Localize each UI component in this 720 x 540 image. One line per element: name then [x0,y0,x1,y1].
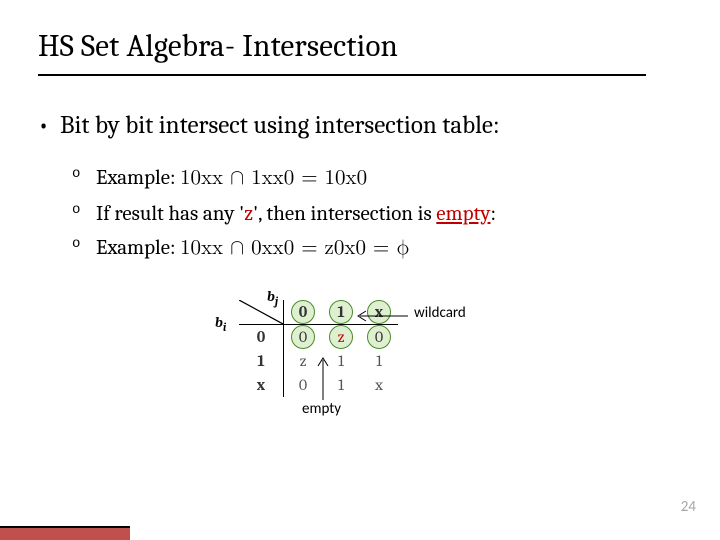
arrow-up-icon [308,352,338,404]
footer-accent-bar [0,526,130,540]
cell-0-0: 0 [284,325,323,350]
line2-c: : [491,202,497,226]
line2-z: z [244,202,253,226]
line2-empty: empty [436,202,490,226]
example2-formula: 10xx ∩ 0xx0 = z0x0 = ϕ [180,238,410,259]
example2-label: Example: [96,236,180,260]
callout-empty: empty [298,400,345,418]
bi-label: bi [215,314,226,334]
sub-item-3: Example: 10xx ∩ 0xx0 = z0x0 = ϕ [96,232,686,266]
example1-label: Example: [96,166,180,190]
bullet1-text: Bit by bit intersect using intersection … [60,111,500,140]
cell-1-x: 1 [360,349,398,373]
bullet-level1: •Bit by bit intersect using intersection… [38,110,686,141]
title-underline [38,74,646,76]
col-header-0: 0 [284,300,323,325]
row-header-x: x [239,373,284,397]
callout-wildcard: wildcard [410,304,470,322]
example1-formula: 10xx ∩ 1xx0 = 10x0 [180,168,367,189]
body: •Bit by bit intersect using intersection… [38,110,686,287]
sub-item-1: Example: 10xx ∩ 1xx0 = 10x0 [96,162,686,196]
slide-title: HS Set Algebra- Intersection [38,28,398,64]
cell-x-x: x [360,373,398,397]
sub-bullets: Example: 10xx ∩ 1xx0 = 10x0 If result ha… [96,162,686,266]
callout-wildcard-text: wildcard [410,303,470,323]
row-header-1: 1 [239,349,284,373]
cell-0-1: z [322,325,360,350]
arrow-icon [354,306,414,326]
sub-item-2: If result has any 'z', then intersection… [96,198,686,231]
header-diagonal [239,300,284,325]
cell-0-x: 0 [360,325,398,350]
bullet-dot-icon: • [38,110,60,141]
page-number: 24 [681,498,696,516]
row-header-0: 0 [239,325,284,350]
line2-b: ', then intersection is [253,202,436,226]
line2-a: If result has any ' [96,202,244,226]
